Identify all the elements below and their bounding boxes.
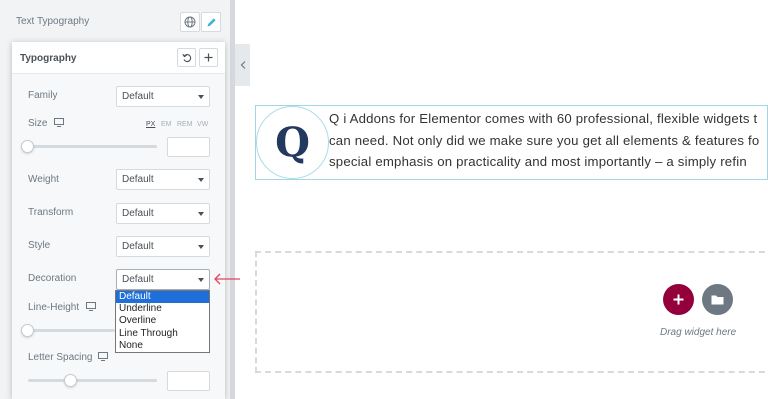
dropdown-option-overline[interactable]: Overline [116,315,209,327]
unit-em[interactable]: EM [161,121,172,128]
line-height-slider-handle[interactable] [21,324,34,337]
caret-down-icon [198,178,204,182]
transform-value: Default [122,208,154,219]
empty-section-drop-area[interactable]: Drag widget here [255,251,768,373]
style-value: Default [122,241,154,252]
global-settings-button[interactable] [180,12,200,32]
decoration-dropdown-list: Default Underline Overline Line Through … [115,290,210,353]
family-label: Family [28,90,58,101]
paragraph-line: Q i Addons for Elementor comes with 60 p… [329,111,758,126]
unit-vw[interactable]: VW [197,121,208,128]
globe-icon [184,16,196,28]
letter-spacing-slider-handle[interactable] [64,374,77,387]
weight-select[interactable]: Default [116,169,210,190]
pencil-icon [207,17,216,26]
collapse-panel-button[interactable] [235,44,250,86]
decoration-select[interactable]: Default [116,269,210,290]
transform-label: Transform [28,207,74,218]
desktop-icon[interactable] [86,302,96,311]
decoration-value: Default [122,274,154,285]
line-height-label: Line-Height [28,302,80,313]
plus-icon [204,53,213,62]
drag-widget-hint: Drag widget here [660,327,737,338]
paragraph-line: can need. Not only did we make sure you … [329,132,760,148]
decoration-label: Decoration [28,273,77,284]
size-number-input[interactable] [167,137,210,157]
style-label: Style [28,240,51,251]
popover-header: Typography [12,42,225,74]
desktop-icon[interactable] [98,352,108,361]
paragraph-line: special emphasis on practicality and mos… [329,154,747,169]
line-height-slider-track[interactable] [28,329,115,332]
dropdown-option-default[interactable]: Default [116,291,209,304]
letter-spacing-number-input[interactable] [167,371,210,391]
weight-label: Weight [28,174,59,185]
text-typography-label: Text Typography [16,16,90,27]
letter-spacing-slider-track[interactable] [28,379,157,382]
size-slider-handle[interactable] [21,140,34,153]
caret-down-icon [198,245,204,249]
weight-value: Default [122,174,154,185]
add-button[interactable] [199,48,218,67]
size-slider-track[interactable] [28,145,157,148]
unit-rem[interactable]: REM [177,121,193,128]
unit-px[interactable]: PX [146,121,155,128]
chevron-left-icon [240,61,245,69]
widget-paragraph: Q i Addons for Elementor comes with 60 p… [329,108,768,178]
reset-button[interactable] [177,48,196,67]
caret-down-icon [198,278,204,282]
plus-icon [673,294,684,305]
dropdown-option-none[interactable]: None [116,340,209,352]
popover-title: Typography [20,53,77,64]
add-section-button[interactable] [663,284,694,315]
reset-icon [181,53,191,62]
folder-icon [711,295,724,305]
desktop-icon[interactable] [54,118,64,127]
family-select[interactable]: Default [116,86,210,107]
caret-down-icon [198,212,204,216]
caret-down-icon [198,95,204,99]
transform-select[interactable]: Default [116,203,210,224]
text-widget[interactable]: Q Q i Addons for Elementor comes with 60… [255,105,768,180]
family-value: Default [122,91,154,102]
size-label: Size [28,118,48,129]
dropdown-option-underline[interactable]: Underline [116,303,209,315]
annotation-arrow-icon [214,273,240,285]
letter-spacing-label: Letter Spacing [28,352,93,363]
style-select[interactable]: Default [116,236,210,257]
dropdown-option-line-through[interactable]: Line Through [116,328,209,340]
q-logo: Q [256,106,329,179]
add-template-button[interactable] [702,284,733,315]
edit-typography-button[interactable] [201,12,221,32]
